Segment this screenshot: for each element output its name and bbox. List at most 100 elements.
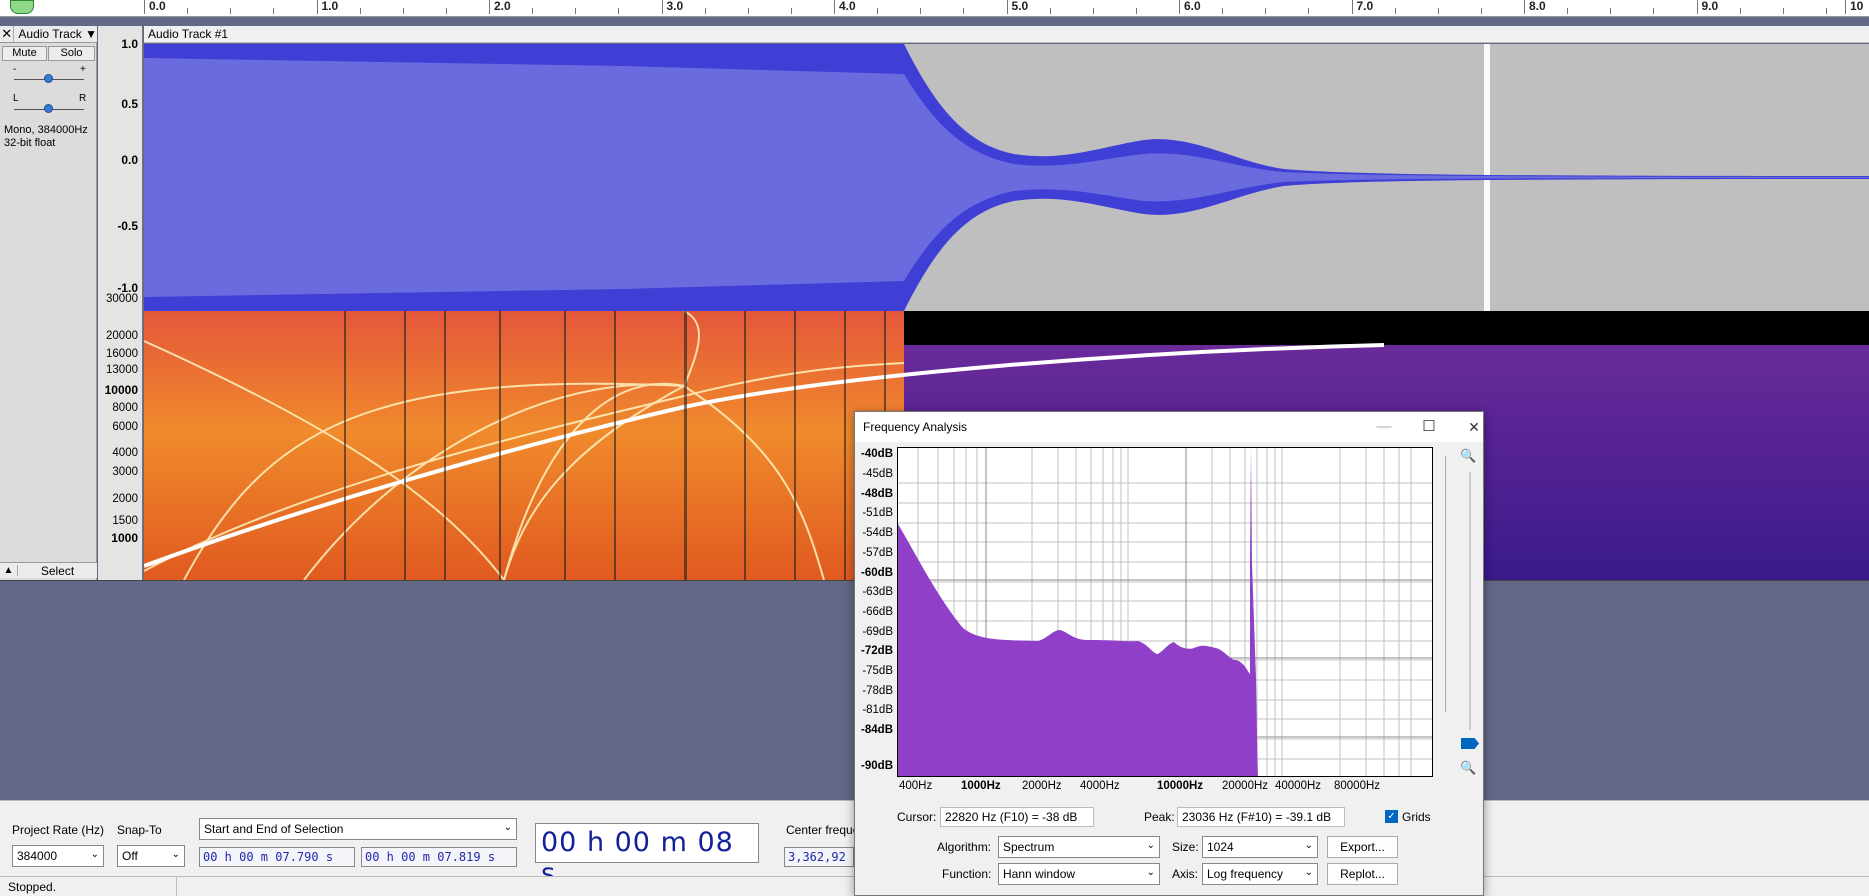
ruler-minor-tick [747, 8, 749, 14]
zoom-in-icon[interactable]: 🔍 [1460, 448, 1476, 464]
peak-readout: 23036 Hz (F#10) = -39.1 dB [1177, 807, 1345, 827]
ruler-minor-tick [273, 8, 275, 14]
maximize-icon[interactable]: ☐ [1415, 416, 1443, 438]
db-label: -75dB [862, 665, 893, 677]
spectrogram-scale-label: 30000 [106, 293, 138, 305]
spectrogram-scale-label: 13000 [106, 364, 138, 376]
ruler-minor-tick [1135, 8, 1137, 14]
algorithm-label: Algorithm: [937, 840, 992, 854]
axis-select[interactable]: Log frequency ⌄ [1202, 863, 1318, 885]
solo-button[interactable]: Solo [48, 46, 95, 61]
project-rate-combo[interactable]: 384000 ⌄ [12, 845, 104, 867]
size-value: 1024 [1207, 840, 1234, 854]
selection-end-time[interactable]: 00 h 00 m 07.819 s [361, 847, 517, 867]
hz-label: 20000Hz [1222, 780, 1269, 792]
ruler-tick: 7.0 [1351, 0, 1373, 14]
algorithm-select[interactable]: Spectrum ⌄ [998, 836, 1160, 858]
grids-checkbox[interactable]: ✓ [1385, 810, 1398, 823]
waveform-view[interactable] [144, 44, 1869, 311]
ruler-minor-tick [1308, 8, 1310, 14]
zoom-out-icon[interactable]: 🔍 [1460, 760, 1476, 776]
ruler-minor-tick [1567, 8, 1569, 14]
function-select[interactable]: Hann window ⌄ [998, 863, 1160, 885]
spectrogram-scale-label: 1000 [111, 531, 138, 545]
ruler-minor-tick [790, 8, 792, 14]
db-label: -45dB [862, 468, 893, 480]
db-label: -69dB [862, 626, 893, 638]
ruler-minor-tick [877, 8, 879, 14]
ruler-tick: 9.0 [1696, 0, 1718, 14]
db-label: -66dB [862, 606, 893, 618]
track-name-bar: Audio Track #1 [144, 26, 1869, 43]
ruler-minor-tick [1653, 8, 1655, 14]
spectrogram-scale-label: 10000 [104, 383, 138, 397]
pan-slider-thumb[interactable] [44, 104, 53, 113]
ruler-tick: 1.0 [316, 0, 338, 14]
audio-position-display[interactable]: 00 h 00 m 08 s [535, 823, 759, 889]
collapse-track-icon[interactable]: ▲ [0, 565, 18, 576]
project-rate-label: Project Rate (Hz) [12, 823, 105, 837]
db-label: -84dB [861, 724, 893, 736]
export-button[interactable]: Export... [1327, 836, 1398, 858]
hz-label: 80000Hz [1334, 780, 1381, 792]
wave-scale-label: 1.0 [121, 37, 138, 51]
hz-label: 4000Hz [1080, 780, 1120, 792]
track-header: ✕ Audio Track ▼ [0, 26, 97, 43]
mute-button[interactable]: Mute [2, 46, 47, 61]
chevron-down-icon: ⌄ [1304, 867, 1313, 878]
center-frequency-value[interactable]: 3,362,92 [784, 847, 854, 867]
audacity-window: 0.0 1.0 2.0 3.0 4.0 5.0 6.0 7.0 8.0 9.0 10 ✕ Audio… [0, 0, 1869, 896]
wave-scale-label: 0.5 [121, 97, 138, 111]
zoom-track [1445, 456, 1446, 712]
select-track-button[interactable]: Select [18, 564, 97, 578]
hz-label: 10000Hz [1157, 780, 1204, 792]
ruler-minor-tick [187, 8, 189, 14]
selection-start-time[interactable]: 00 h 00 m 07.790 s [199, 847, 355, 867]
axis-label: Axis: [1172, 867, 1199, 881]
ruler-tick: 6.0 [1179, 0, 1201, 14]
selection-mode-combo[interactable]: Start and End of Selection ⌄ [199, 818, 517, 840]
algorithm-value: Spectrum [1003, 840, 1055, 854]
ruler-tick: 0.0 [144, 0, 166, 14]
gain-minus-label: - [13, 64, 17, 75]
close-icon[interactable]: ✕ [1460, 416, 1488, 438]
size-select[interactable]: 1024 ⌄ [1202, 836, 1318, 858]
db-label: -57dB [862, 547, 893, 559]
replot-button[interactable]: Replot... [1327, 863, 1398, 885]
status-separator [176, 877, 177, 896]
cursor-readout: 22820 Hz (F10) = -38 dB [940, 807, 1094, 827]
gain-slider-thumb[interactable] [44, 74, 53, 83]
zoom-slider[interactable] [1469, 472, 1471, 730]
spectrum-plot[interactable] [897, 447, 1433, 777]
spectrogram-scale-label: 6000 [112, 421, 138, 433]
minimize-icon[interactable]: — [1370, 416, 1398, 438]
track-sample-format: 32-bit float [4, 137, 56, 149]
size-label: Size: [1172, 840, 1199, 854]
track-menu-button[interactable]: Audio Track ▼ [14, 27, 97, 41]
vertical-scale[interactable]: 1.0 0.5 0.0 -0.5 -1.0 30000 20000 16000 13000 100… [98, 26, 143, 580]
function-value: Hann window [1003, 867, 1076, 881]
play-head-icon[interactable] [10, 0, 34, 14]
waveform-svg [144, 44, 1869, 311]
grids-label: Grids [1402, 810, 1431, 824]
db-label: -63dB [862, 586, 893, 598]
track-info: Mono, 384000Hz 32-bit float [4, 124, 88, 150]
timeline-ruler[interactable]: 0.0 1.0 2.0 3.0 4.0 5.0 6.0 7.0 8.0 9.0 10 [0, 0, 1869, 17]
db-label: -51dB [862, 507, 893, 519]
chevron-down-icon: ▼ [85, 27, 97, 41]
snap-to-combo[interactable]: Off ⌄ [117, 845, 185, 867]
close-track-icon[interactable]: ✕ [0, 26, 15, 42]
ruler-minor-tick [230, 8, 232, 14]
chevron-down-icon: ⌄ [1146, 867, 1155, 878]
axis-value: Log frequency [1207, 867, 1284, 881]
pan-left-label: L [13, 93, 19, 104]
zoom-slider-thumb[interactable] [1461, 738, 1479, 749]
spectrogram-scale-label: 2000 [112, 493, 138, 505]
ruler-minor-tick [1049, 8, 1051, 14]
ruler-minor-tick [920, 8, 922, 14]
chevron-down-icon: ⌄ [1146, 840, 1155, 851]
ruler-minor-tick [1825, 8, 1827, 14]
waveform-rms [144, 58, 1869, 297]
spectrum-area [898, 448, 1258, 776]
chevron-down-icon: ⌄ [1304, 840, 1313, 851]
